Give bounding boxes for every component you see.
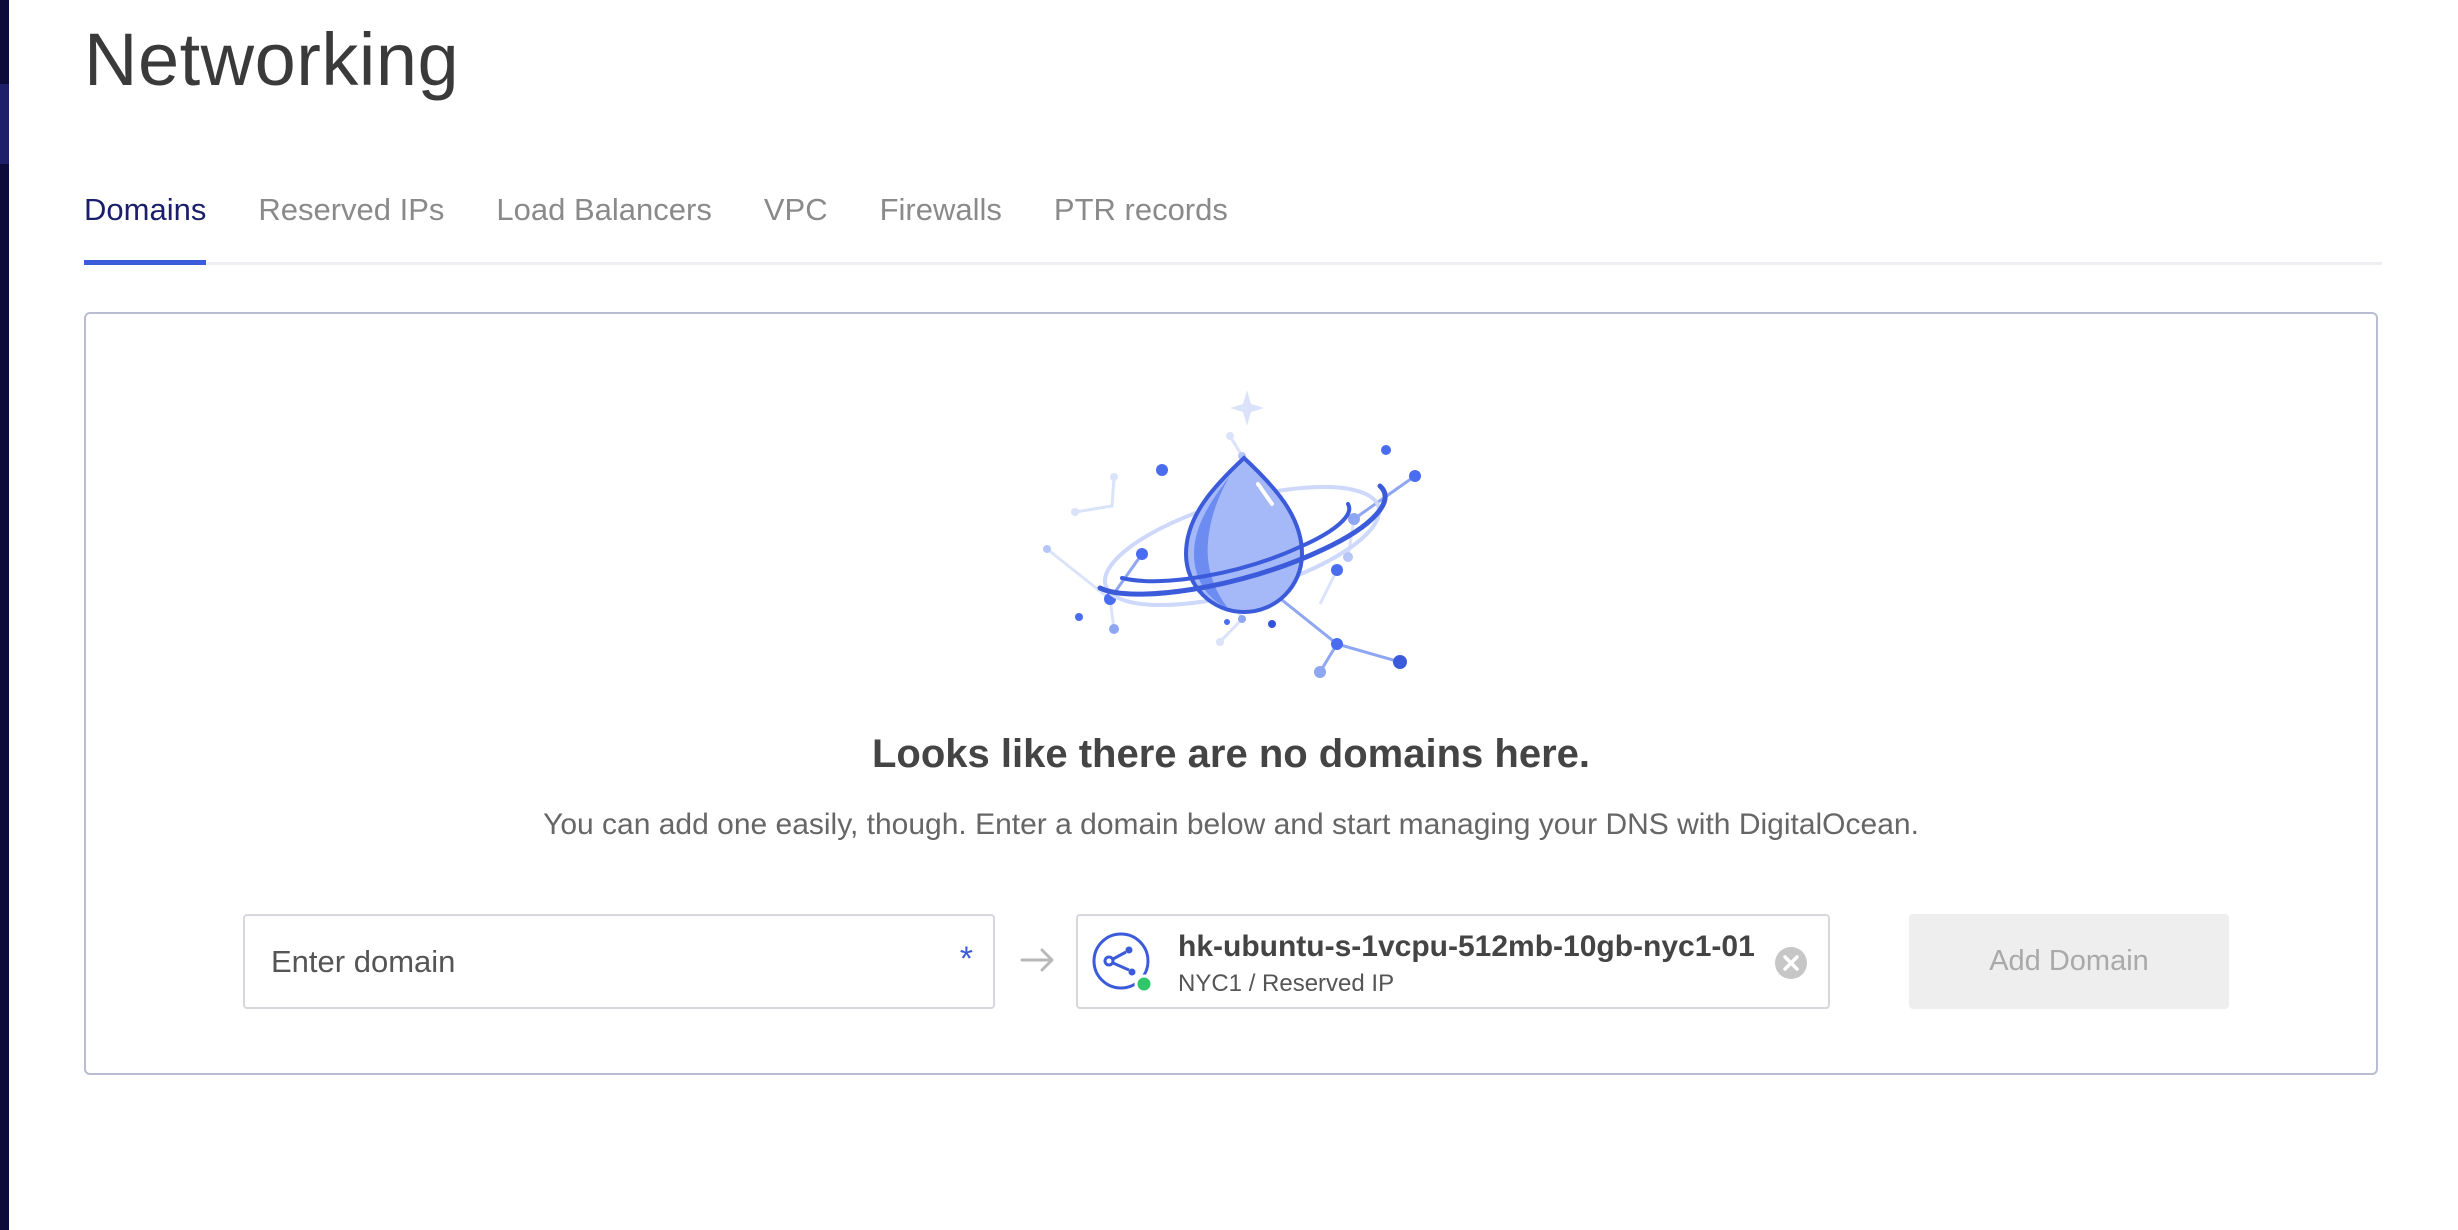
tab-reserved-ips[interactable]: Reserved IPs: [258, 180, 444, 262]
tab-load-balancers[interactable]: Load Balancers: [496, 180, 711, 262]
target-resource-name: hk-ubuntu-s-1vcpu-512mb-10gb-nyc1-01: [1178, 930, 1755, 963]
domains-empty-panel: Looks like there are no domains here. Yo…: [84, 312, 2378, 1075]
sidebar-rail-highlight: [0, 84, 9, 164]
target-resource-select[interactable]: hk-ubuntu-s-1vcpu-512mb-10gb-nyc1-01 NYC…: [1076, 914, 1830, 1009]
required-indicator: *: [959, 940, 973, 978]
empty-state-heading: Looks like there are no domains here.: [871, 732, 1590, 776]
status-online-icon: [1134, 974, 1154, 994]
networking-tabs: Domains Reserved IPs Load Balancers VPC …: [84, 180, 2382, 265]
target-resource-subtitle: NYC1 / Reserved IP: [1178, 970, 1395, 997]
tab-ptr-records[interactable]: PTR records: [1054, 180, 1228, 262]
page-title: Networking: [84, 18, 460, 101]
domain-input[interactable]: [245, 916, 925, 1007]
empty-state-description: You can add one easily, though. Enter a …: [543, 808, 1919, 841]
sidebar-rail: [0, 0, 9, 1230]
tab-firewalls[interactable]: Firewalls: [880, 180, 1002, 262]
clear-icon[interactable]: [1774, 946, 1808, 980]
domain-field[interactable]: *: [243, 914, 995, 1009]
networking-page: Networking Domains Reserved IPs Load Bal…: [0, 0, 2458, 1230]
tab-vpc[interactable]: VPC: [764, 180, 828, 262]
reserved-ip-icon: [1092, 932, 1154, 994]
tab-domains[interactable]: Domains: [84, 180, 207, 265]
add-domain-button[interactable]: Add Domain: [1909, 914, 2229, 1009]
arrow-right-icon: [1020, 948, 1054, 972]
droplet-planet-illustration: [1043, 390, 1421, 678]
